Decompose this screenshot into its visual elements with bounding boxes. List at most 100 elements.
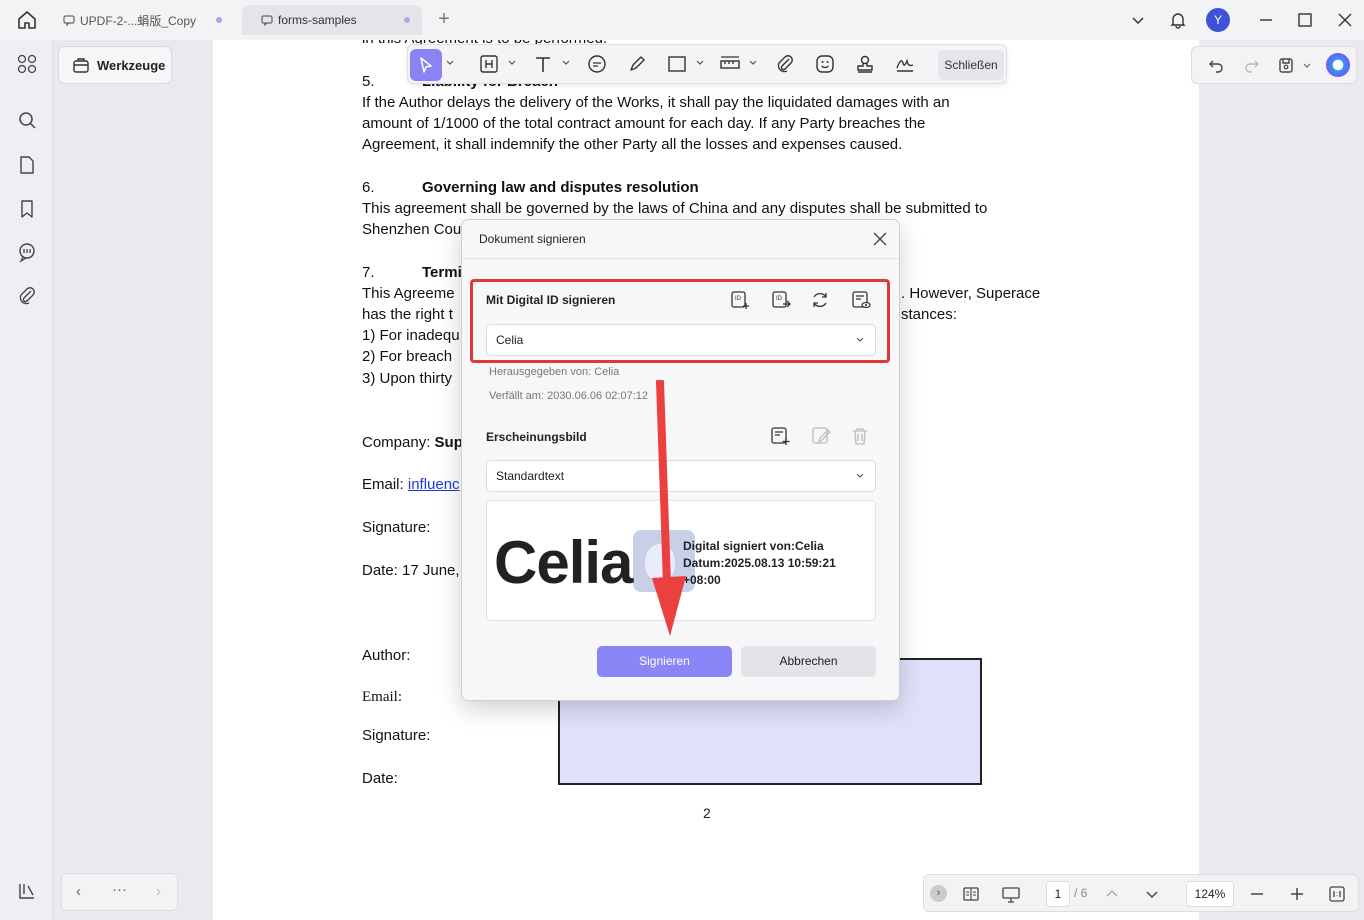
chevron-down-icon[interactable] [695,58,705,68]
close-icon[interactable] [871,230,889,248]
select-value: Celia [496,333,524,347]
presentation-icon[interactable] [1001,884,1021,904]
doc-line: This agreement shall be governed by the … [362,200,988,217]
trash-icon[interactable] [849,425,871,447]
more-icon[interactable]: ··· [112,881,127,898]
highlight-icon[interactable] [478,53,500,75]
chevron-down-icon[interactable] [1142,884,1162,904]
doc-line: 1) For inadequ [362,327,460,344]
left-rail [0,40,52,920]
doc-line: 3) Upon thirty [362,370,453,387]
bookmark-icon[interactable] [16,198,38,220]
rectangle-icon[interactable] [666,53,688,75]
attachment-icon[interactable] [774,53,796,75]
doc-line: This Agreeme [362,285,455,302]
cursor-icon [420,57,432,73]
tools-label: Werkzeuge [97,57,166,73]
doc-heading-5: 5.Liability for Breach [362,73,558,90]
avatar[interactable]: Y [1206,8,1230,32]
text-icon[interactable] [532,53,554,75]
page-icon[interactable] [16,154,38,176]
doc-line: amount of 1/1000 of the total contract a… [362,115,926,132]
chevron-left-icon[interactable]: ‹ [76,883,81,900]
refresh-icon[interactable] [809,289,831,311]
svg-text:ID: ID [735,296,742,302]
digital-id-select[interactable]: Celia [486,324,876,356]
actual-size-icon[interactable] [1327,884,1347,904]
sticky-note-icon[interactable] [586,53,608,75]
chevron-down-icon[interactable] [507,58,517,68]
page-input[interactable]: 1 [1046,881,1070,907]
cancel-button[interactable]: Abbrechen [741,646,876,677]
email2-label: Email: [362,689,402,705]
stamp-icon[interactable] [854,53,876,75]
maximize-icon[interactable] [1295,10,1315,30]
chevron-down-icon[interactable] [1302,61,1312,71]
arrow-annotation-icon [652,380,686,636]
tools-button[interactable]: Werkzeuge [58,46,172,84]
company-line: Company: Sup [362,434,463,451]
sign-button[interactable]: Signieren [597,646,732,677]
chevron-down-icon[interactable] [1128,10,1148,30]
view-id-icon[interactable] [850,289,872,311]
doc-line: Agreement, it shall indemnify the other … [362,136,903,153]
preview-details: Digital signiert von:Celia Datum:2025.08… [683,539,836,587]
chevron-down-icon[interactable] [445,58,455,68]
measure-icon[interactable] [719,53,741,75]
expiry-text: Verfällt am: 2030.06.06 02:07:12 [489,390,649,402]
minimize-icon[interactable] [1256,10,1276,30]
tab-forms-samples[interactable]: forms-samples [242,5,422,35]
page-total: / 6 [1074,886,1088,900]
appearance-title: Erscheinungsbild [486,430,587,444]
bell-icon[interactable] [1168,10,1188,30]
zoom-level[interactable]: 124% [1186,881,1234,907]
redo-icon[interactable] [1242,55,1262,75]
attachment-icon[interactable] [16,285,38,307]
author-label: Author: [362,647,411,664]
right-panel [1191,40,1364,920]
chevron-right-icon[interactable]: › [930,885,947,902]
chevron-down-icon[interactable] [561,58,571,68]
layers-icon[interactable] [16,880,38,902]
undo-icon[interactable] [1206,55,1226,75]
page-layout-icon[interactable] [961,884,981,904]
search-icon[interactable] [16,109,38,131]
page-number: 2 [703,805,711,821]
chevron-up-icon[interactable] [1102,884,1122,904]
save-icon[interactable] [1276,55,1296,75]
edit-appearance-icon[interactable] [810,425,832,447]
pencil-icon[interactable] [626,53,648,75]
add-id-icon[interactable]: ID [729,289,751,311]
unsaved-dot [216,17,222,23]
comment-icon [63,15,75,27]
zoom-out-icon[interactable] [1247,884,1267,904]
chevron-down-icon[interactable] [748,58,758,68]
add-appearance-icon[interactable] [769,425,791,447]
issued-by-text: Herausgegeben von: Celia [489,366,620,378]
tab-updf-copy[interactable]: UPDF-2-...蜎版_Copy [44,5,234,35]
title-bar: UPDF-2-...蜎版_Copy forms-samples + Y [0,0,1364,40]
signature-icon[interactable] [894,53,916,75]
digital-id-title: Mit Digital ID signieren [486,293,616,307]
email-link[interactable]: influenc [408,476,460,493]
comment-toolbar: Schließen [407,44,1007,84]
right-toolbar [1191,46,1357,84]
divider [462,258,899,259]
doc-line-tail: stances: [901,306,957,323]
close-toolbar-button[interactable]: Schließen [938,50,1004,80]
select-tool-button[interactable] [410,49,442,81]
preview-name: Celia [494,529,633,596]
home-icon[interactable] [14,8,40,32]
sidebar-page-nav: ‹ ··· › [61,873,178,911]
apps-icon[interactable] [16,53,38,75]
chevron-right-icon[interactable]: › [156,883,161,900]
import-id-icon[interactable]: ID [770,289,792,311]
ai-assistant-icon[interactable] [1326,53,1350,77]
zoom-in-icon[interactable] [1287,884,1307,904]
date2-label: Date: [362,770,398,787]
close-icon[interactable] [1335,10,1355,30]
new-tab-button[interactable]: + [434,9,454,29]
comments-icon[interactable] [16,241,38,263]
tab-label: UPDF-2-...蜎版_Copy [80,13,197,28]
sticker-icon[interactable] [814,53,836,75]
